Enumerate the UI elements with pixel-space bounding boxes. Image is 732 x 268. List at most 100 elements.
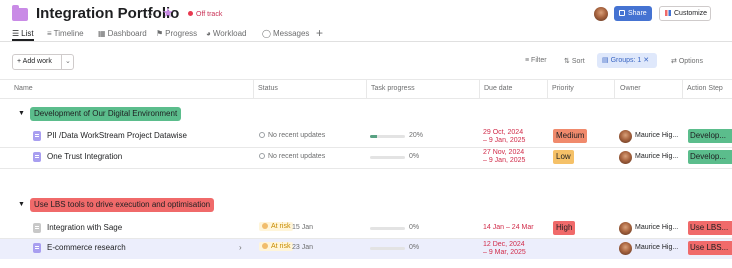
- priority-badge[interactable]: High: [553, 221, 576, 235]
- column-header-name[interactable]: Name: [14, 80, 33, 98]
- column-header-owner[interactable]: Owner: [620, 80, 641, 98]
- task-icon: [33, 243, 41, 253]
- add-work-label: Add work: [22, 58, 52, 65]
- due-date[interactable]: 29 Oct, 2024– 9 Jan, 2025: [483, 129, 525, 145]
- section-label: Development of Our Digital Environment: [30, 107, 182, 121]
- caret-down-icon[interactable]: ▼: [18, 110, 25, 117]
- action-step-badge[interactable]: Use LBS...: [688, 241, 732, 255]
- due-date[interactable]: 27 Nov, 2024– 9 Jan, 2025: [483, 149, 525, 165]
- due-date-start: 27 Nov, 2024: [483, 149, 525, 156]
- status-circle-icon: [259, 132, 265, 138]
- task-name[interactable]: Integration with Sage: [47, 223, 122, 232]
- task-icon: [33, 223, 41, 233]
- table-row-selected[interactable]: E-commerce research › At risk 23 Jan 0% …: [0, 239, 732, 259]
- star-icon[interactable]: ★: [162, 5, 174, 21]
- list-icon: ☰: [12, 29, 20, 38]
- section-header[interactable]: ▼ Use LBS tools to drive execution and o…: [0, 198, 732, 214]
- task-name[interactable]: PII /Data WorkStream Project Datawise: [47, 131, 187, 140]
- due-date-range: 14 Jan – 24 Mar: [483, 224, 534, 231]
- chevron-down-icon[interactable]: ⌄: [65, 55, 71, 69]
- status-circle-icon: [262, 223, 268, 229]
- share-label: Share: [628, 10, 647, 17]
- table-row[interactable]: Integration with Sage At risk 15 Jan 0% …: [0, 219, 732, 239]
- avatar: [619, 242, 632, 255]
- tab-timeline[interactable]: ≡ Timeline: [47, 28, 84, 41]
- priority-badge[interactable]: Medium: [553, 129, 588, 143]
- due-date-end: – 9 Jan, 2025: [483, 157, 526, 164]
- chevron-right-icon[interactable]: ›: [239, 243, 242, 252]
- section-header[interactable]: ▼ Development of Our Digital Environment: [0, 107, 732, 123]
- status-label: No recent updates: [268, 153, 326, 160]
- add-tab-icon[interactable]: +: [316, 26, 323, 40]
- close-icon[interactable]: ✕: [643, 57, 649, 64]
- list-toolbar: + Add work ⌄ ≡ Filter ⇅ Sort ▤ Groups: 1 …: [0, 44, 732, 80]
- caret-down-icon[interactable]: ▼: [18, 201, 25, 208]
- status-label: At risk: [271, 243, 291, 250]
- column-header-status[interactable]: Status: [258, 80, 278, 98]
- task-icon: [33, 152, 41, 162]
- status-cell[interactable]: No recent updates: [259, 153, 325, 160]
- status-cell[interactable]: At risk: [259, 242, 294, 251]
- task-name[interactable]: E-commerce research: [47, 243, 126, 252]
- avatar: [619, 151, 632, 164]
- status-cell[interactable]: At risk: [259, 222, 294, 231]
- divider: [61, 55, 62, 69]
- divider: [614, 80, 615, 98]
- user-avatar[interactable]: [594, 7, 608, 21]
- progress-bar: [370, 135, 405, 138]
- column-header-due-date[interactable]: Due date: [484, 80, 512, 98]
- customize-icon: [665, 10, 671, 16]
- owner-name[interactable]: Maurice Hig...: [635, 132, 678, 139]
- status-date: 23 Jan: [292, 244, 314, 251]
- groups-button[interactable]: ▤ Groups: 1 ✕: [597, 53, 657, 68]
- table-row[interactable]: One Trust Integration No recent updates …: [0, 148, 732, 168]
- table-row[interactable]: PII /Data WorkStream Project Datawise No…: [0, 127, 732, 147]
- filter-icon: ≡: [525, 57, 530, 64]
- groups-label: Groups: 1: [610, 57, 642, 64]
- tab-dashboard[interactable]: ▦ Dashboard: [98, 28, 147, 41]
- action-step-badge[interactable]: Develop...: [688, 150, 732, 164]
- column-header-task-progress[interactable]: Task progress: [371, 80, 415, 98]
- tab-progress[interactable]: ⚑ Progress: [156, 28, 197, 41]
- due-date[interactable]: 12 Dec, 2024– 9 Mar, 2025: [483, 241, 526, 257]
- owner-name[interactable]: Maurice Hig...: [635, 153, 678, 160]
- progress-bar: [370, 227, 405, 230]
- customize-button[interactable]: Customize: [659, 6, 711, 21]
- tab-label: Workload: [212, 29, 247, 38]
- due-date-start: 29 Oct, 2024: [483, 129, 524, 136]
- due-date[interactable]: 14 Jan – 24 Mar: [483, 224, 534, 232]
- chevron-down-icon[interactable]: ⌄: [146, 8, 154, 19]
- add-work-button[interactable]: + Add work ⌄: [12, 54, 74, 70]
- share-button[interactable]: Share: [614, 6, 652, 21]
- column-header-priority[interactable]: Priority: [552, 80, 574, 98]
- divider: [547, 80, 548, 98]
- tab-label: Progress: [165, 29, 198, 38]
- project-title[interactable]: Integration Portfolio: [36, 5, 179, 22]
- options-icon: ⇄: [671, 58, 677, 65]
- priority-badge[interactable]: Low: [553, 150, 574, 164]
- tab-messages[interactable]: ◯ Messages: [262, 28, 309, 41]
- tab-list[interactable]: ☰ List: [12, 28, 34, 41]
- status-cell[interactable]: No recent updates: [259, 132, 325, 139]
- due-date-start: 12 Dec, 2024: [483, 241, 525, 248]
- sort-button[interactable]: ⇅ Sort: [564, 57, 585, 65]
- filter-button[interactable]: ≡ Filter: [525, 57, 547, 64]
- owner-name[interactable]: Maurice Hig...: [635, 224, 678, 231]
- workload-icon: ◕: [206, 29, 211, 38]
- action-step-badge[interactable]: Develop...: [688, 129, 732, 143]
- options-label: Options: [678, 58, 703, 65]
- progress-icon: ⚑: [156, 29, 164, 38]
- timeline-icon: ≡: [47, 29, 52, 38]
- progress-bar: [370, 156, 405, 159]
- tab-workload[interactable]: ◕ Workload: [206, 28, 247, 41]
- options-button[interactable]: ⇄ Options: [671, 57, 703, 65]
- task-name[interactable]: One Trust Integration: [47, 152, 122, 161]
- lock-icon: [619, 10, 625, 16]
- action-step-badge[interactable]: Use LBS...: [688, 221, 732, 235]
- owner-name[interactable]: Maurice Hig...: [635, 244, 678, 251]
- divider: [0, 168, 732, 169]
- column-header-action-step[interactable]: Action Step: [687, 80, 723, 98]
- project-status-badge[interactable]: Off track: [184, 9, 226, 20]
- progress-fill: [370, 135, 377, 138]
- project-header: Integration Portfolio ⌄ ★ Off track Shar…: [0, 0, 732, 28]
